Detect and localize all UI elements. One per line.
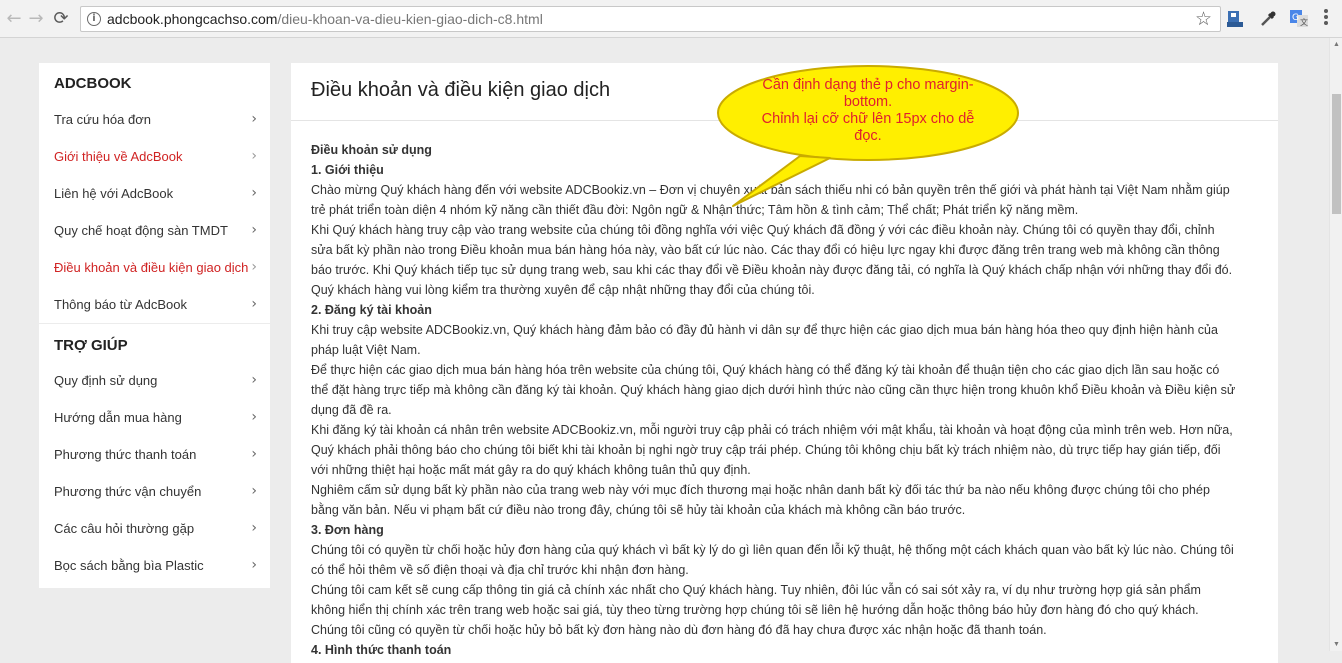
content-heading: 2. Đăng ký tài khoản [311,303,432,317]
chevron-right-icon: › [251,483,257,499]
sidebar-item-label: Phương thức vận chuyển [54,484,202,499]
chevron-right-icon: › [251,148,257,164]
chevron-right-icon: › [251,446,257,462]
callout-line: Chỉnh lại cỡ chữ lên 15px cho dễ [761,111,975,127]
chevron-right-icon: › [251,557,257,573]
callout-line: Cần định dạng thẻ p cho margin- [762,77,974,93]
sidebar-item-label: Giới thiệu về AdcBook [54,149,183,164]
sidebar-item-label: Phương thức thanh toán [54,447,197,462]
scroll-down-arrow-icon[interactable]: ▼ [1333,641,1340,648]
svg-text:G: G [1292,13,1299,23]
url-text[interactable]: adcbook.phongcachso.com/dieu-khoan-va-di… [107,11,543,27]
sidebar-item-label: Quy chế hoạt động sàn TMDT [54,223,228,238]
content-line: Chào mừng Quý khách hàng đến với website… [311,183,1230,197]
chevron-right-icon: › [251,520,257,536]
url-domain: adcbook.phongcachso.com [107,11,278,27]
content-line: Chúng tôi cũng có quyền từ chối hoặc hủy… [311,623,1047,637]
sidebar-item-plastic-cover[interactable]: Bọc sách bằng bìa Plastic › [39,547,270,584]
callout-line: bottom. [843,94,893,110]
chevron-right-icon: › [251,111,257,127]
sidebar: ADCBOOK Tra cứu hóa đơn › Giới thiệu về … [39,63,270,588]
chevron-right-icon: › [251,409,257,425]
content-line: Chúng tôi có quyền từ chối hoặc hủy đơn … [311,543,1234,557]
sidebar-item-label: Tra cứu hóa đơn [54,112,151,127]
sidebar-item-label: Điều khoản và điều kiện giao dịch [54,260,249,275]
main-content: Điều khoản và điều kiện giao dịch Điều k… [291,63,1278,663]
chevron-right-icon: › [251,185,257,201]
eyedropper-extension-icon[interactable] [1258,9,1278,29]
sidebar-item-announcements[interactable]: Thông báo từ AdcBook › [39,286,270,323]
content-line: Khi truy cập website ADCBookiz.vn, Quý k… [311,323,1218,337]
scroll-up-arrow-icon[interactable]: ▲ [1333,41,1340,48]
content-heading: 4. Hình thức thanh toán [311,643,452,657]
content-line: bằng văn bản. Nếu vi phạm bất cứ điều nà… [311,503,966,517]
reload-icon[interactable]: ⟳ [50,8,72,30]
sidebar-item-label: Thông báo từ AdcBook [54,297,188,312]
content-line: pháp luật Việt Nam. [311,343,421,357]
content-line: không hiển thị chính xác trên trang web … [311,603,1199,617]
sidebar-item-faq[interactable]: Các câu hỏi thường gặp › [39,510,270,547]
content-line: Khi Quý khách hàng truy cập vào trang we… [311,223,1215,237]
sidebar-item-label: Hướng dẫn mua hàng [54,410,182,425]
content-line: Quý khách hàng vui lòng kiểm tra thường … [311,283,815,297]
content-heading: 1. Giới thiệu [311,163,384,177]
sidebar-item-usage-policy[interactable]: Quy định sử dụng › [39,362,270,399]
terms-content: Điều khoản sử dụng 1. Giới thiệu Chào mừng… [311,140,1256,660]
save-page-extension-icon[interactable] [1225,9,1245,29]
sidebar-item-label: Liên hệ với AdcBook [54,186,174,201]
content-line: dụng đã đề ra. [311,403,392,417]
sidebar-item-label: Quy định sử dụng [54,373,158,388]
forward-arrow-icon[interactable]: → [25,8,47,30]
url-path: /dieu-khoan-va-dieu-kien-giao-dich-c8.ht… [277,11,543,27]
menu-kebab-icon[interactable] [1324,9,1328,27]
content-line: thể đặt hàng trực tiếp mà không cần đăng… [311,383,1236,397]
sidebar-item-invoice-lookup[interactable]: Tra cứu hóa đơn › [39,101,270,138]
address-bar[interactable]: i adcbook.phongcachso.com/dieu-khoan-va-… [80,6,1221,32]
info-icon[interactable]: i [87,12,101,26]
chevron-right-icon: › [251,259,257,275]
content-line: với những thiệt hại hoặc mất mát gây ra … [311,463,751,477]
content-line: Nghiêm cấm sử dụng bất kỳ phần nào của t… [311,483,1210,497]
content-line: sửa bất kỳ phần nào trong Điều khoản mua… [311,243,1220,257]
sidebar-section-title-help: TRỢ GIÚP [39,323,270,362]
content-line: báo trước. Khi Quý khách tiếp tục sử dụn… [311,263,1233,277]
sidebar-item-label: Các câu hỏi thường gặp [54,521,195,536]
sidebar-item-terms[interactable]: Điều khoản và điều kiện giao dịch › [39,249,270,286]
back-arrow-icon[interactable]: ← [3,8,25,30]
sidebar-item-regulations[interactable]: Quy chế hoạt động sàn TMDT › [39,212,270,249]
scroll-thumb[interactable] [1332,94,1341,214]
page-scrollbar[interactable]: ▲ ▼ [1329,38,1342,651]
chevron-right-icon: › [251,296,257,312]
sidebar-item-shipping-methods[interactable]: Phương thức vận chuyển › [39,473,270,510]
sidebar-item-payment-methods[interactable]: Phương thức thanh toán › [39,436,270,473]
sidebar-item-contact[interactable]: Liên hệ với AdcBook › [39,175,270,212]
chevron-right-icon: › [251,222,257,238]
content-line: Quý khách phải thông báo cho chúng tôi b… [311,443,1221,457]
page-title: Điều khoản và điều kiện giao dịch [311,79,611,101]
content-line: Chúng tôi cam kết sẽ cung cấp thông tin … [311,583,1201,597]
callout-note: Cần định dạng thẻ p cho margin- bottom. … [724,77,1012,145]
sidebar-item-buying-guide[interactable]: Hướng dẫn mua hàng › [39,399,270,436]
callout-line: đọc. [854,128,882,144]
content-line: Để thực hiện các giao dịch mua bán hàng … [311,363,1220,377]
sidebar-item-label: Bọc sách bằng bìa Plastic [54,558,204,573]
sidebar-item-about[interactable]: Giới thiệu về AdcBook › [39,138,270,175]
google-translate-extension-icon[interactable]: G 文 [1289,9,1309,29]
chevron-right-icon: › [251,372,257,388]
sidebar-section-title-adcbook: ADCBOOK [54,75,132,92]
content-line: Khi đăng ký tài khoản cá nhân trên websi… [311,423,1233,437]
content-line: có thể hỏi thêm về số điện thoại và địa … [311,563,689,577]
bookmark-star-icon[interactable]: ☆ [1195,8,1212,30]
browser-toolbar: ← → ⟳ i adcbook.phongcachso.com/dieu-kho… [0,0,1342,38]
content-heading: 3. Đơn hàng [311,523,384,537]
svg-text:文: 文 [1300,17,1308,27]
content-line: trẻ phát triển toàn diện 4 nhóm kỹ năng … [311,203,1079,217]
